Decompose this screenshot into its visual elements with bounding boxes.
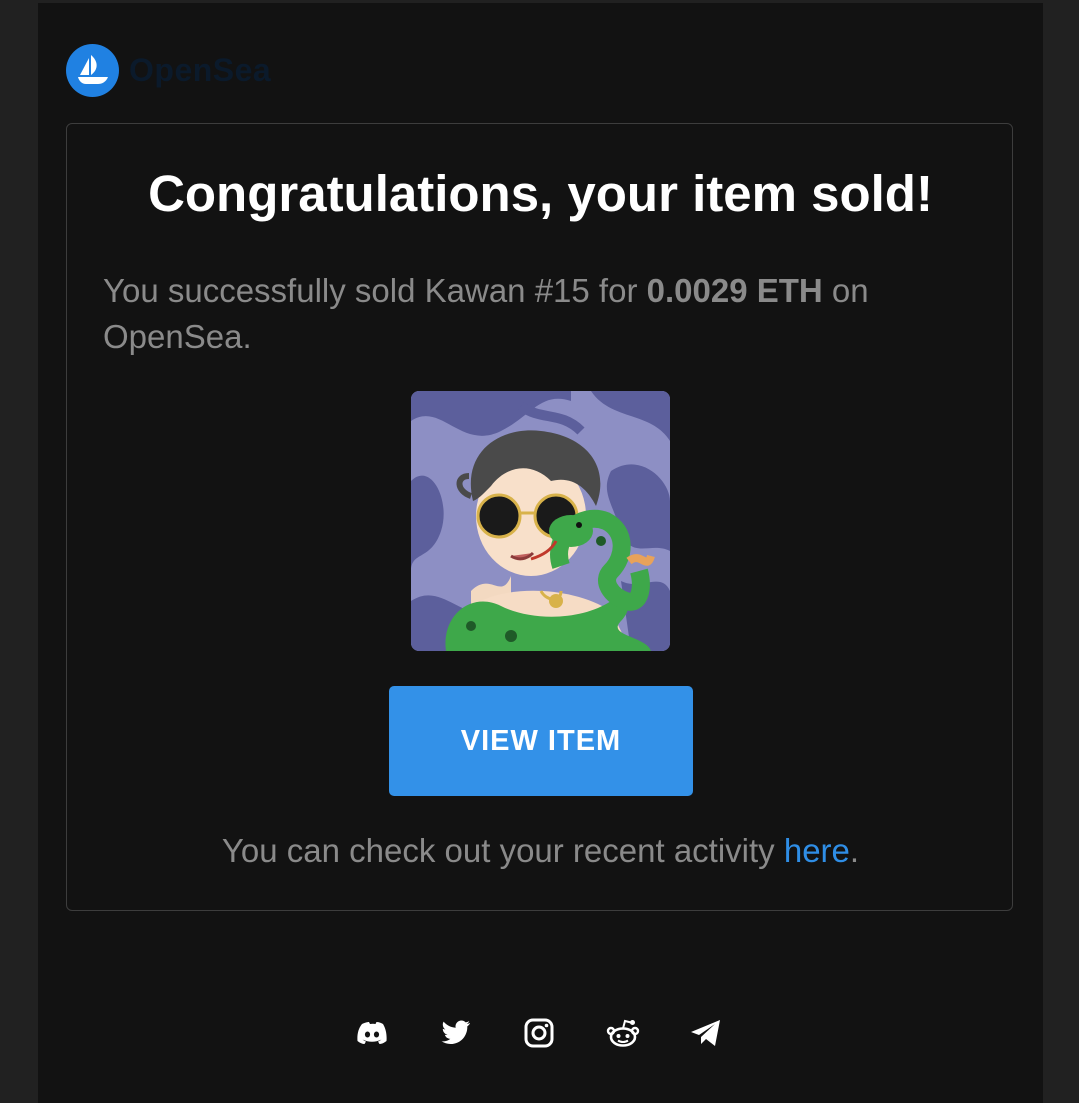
opensea-wordmark: OpenSea [129,51,272,88]
activity-suffix: . [849,832,860,869]
activity-prefix: You can check out your recent activity [221,832,784,869]
telegram-icon[interactable] [688,1015,724,1051]
twitter-icon[interactable] [438,1015,474,1051]
headline: Congratulations, your item sold! [148,165,933,222]
sale-price: 0.0029 ETH [646,272,823,309]
instagram-icon[interactable] [521,1015,557,1051]
sale-message: You successfully sold Kawan #15 for 0.00… [103,268,963,360]
email-body: OpenSea Congratulations, your item sold!… [38,3,1043,1103]
view-item-button[interactable]: VIEW ITEM [389,686,693,796]
recent-activity-link[interactable]: here [784,832,850,869]
opensea-boat-icon [66,43,119,97]
message-prefix: You successfully sold Kawan #15 for [103,272,647,309]
discord-icon[interactable] [354,1015,390,1051]
reddit-icon[interactable] [605,1015,641,1051]
opensea-logo[interactable]: OpenSea [66,43,271,97]
recent-activity-text: You can check out your recent activity h… [67,832,1014,870]
sale-notification-card: Congratulations, your item sold! You suc… [66,123,1013,911]
nft-item-image[interactable] [411,391,670,651]
social-links [354,1013,724,1053]
